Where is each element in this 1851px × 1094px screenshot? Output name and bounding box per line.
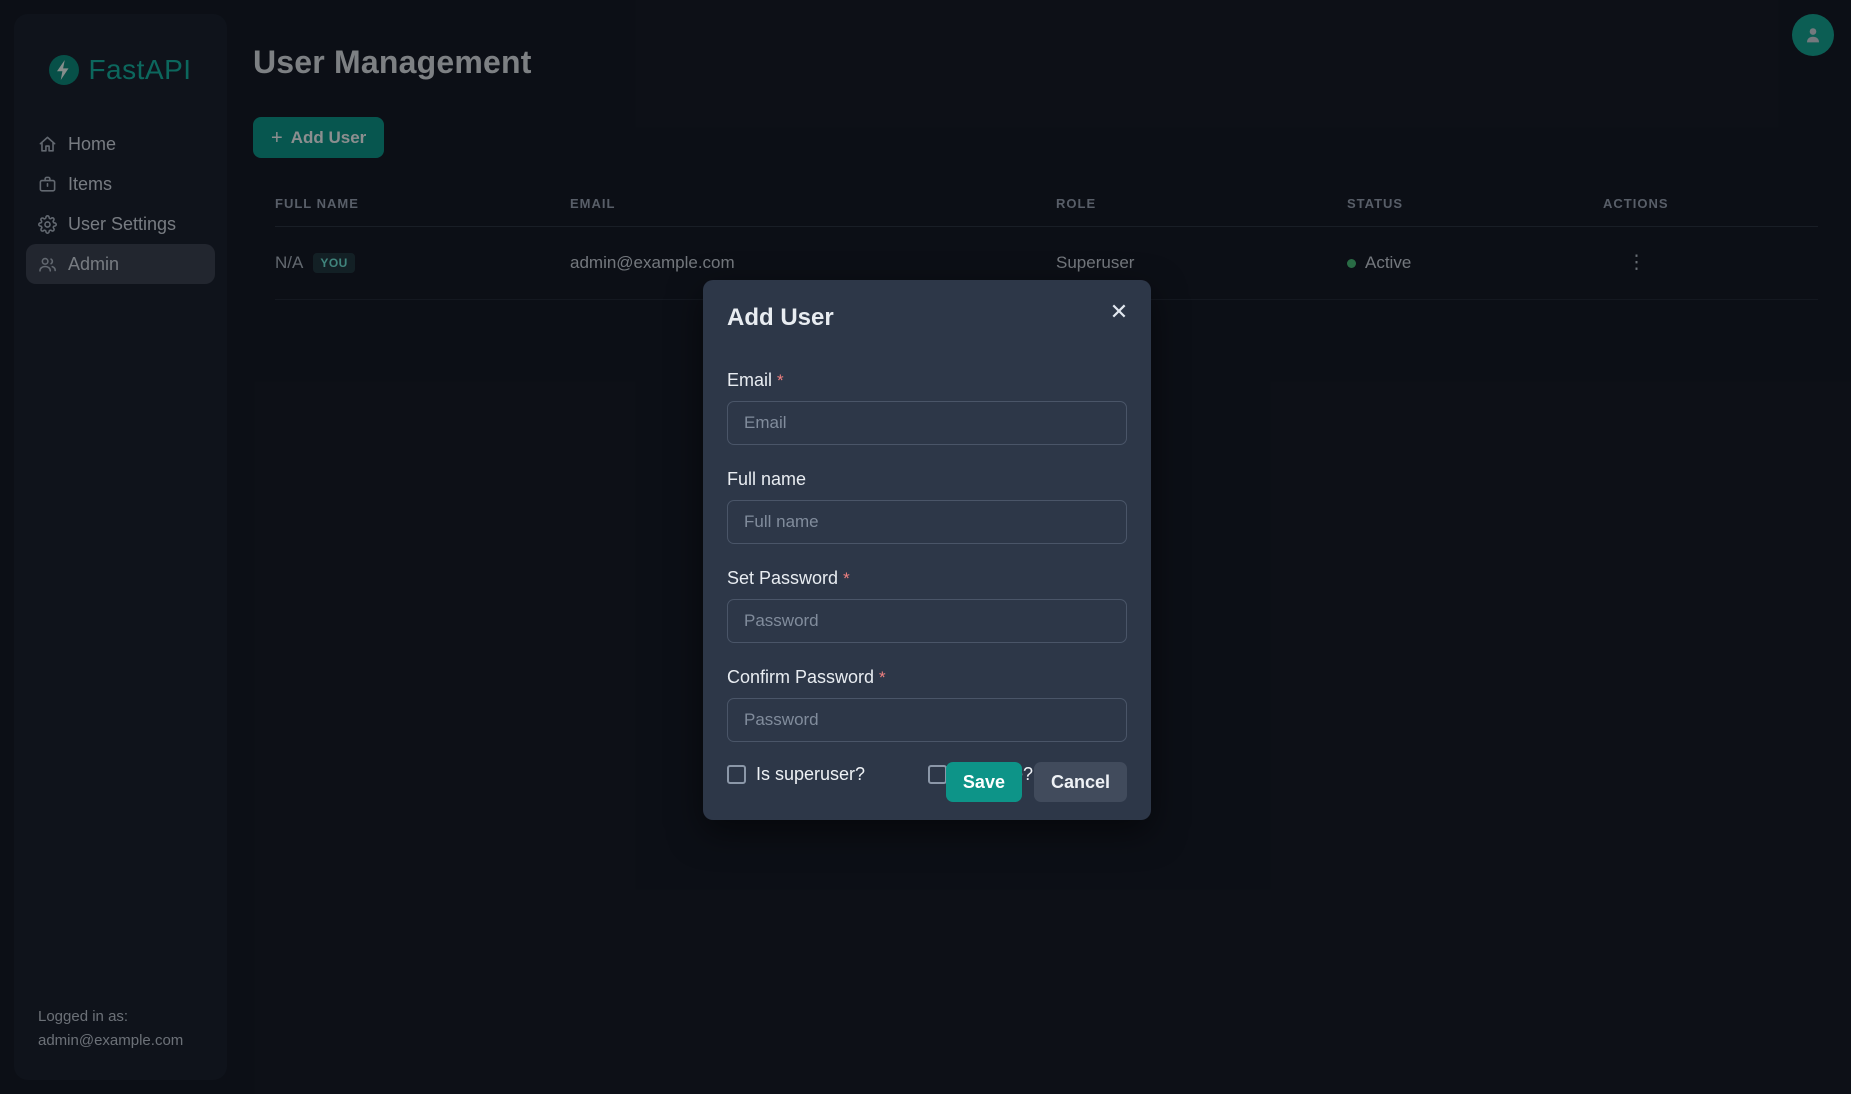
email-field-label: Email xyxy=(727,370,772,390)
modal-title: Add User xyxy=(727,304,1127,332)
email-field[interactable] xyxy=(727,401,1127,445)
full-name-field-group: Full name xyxy=(727,469,1127,544)
is-superuser-checkbox[interactable]: Is superuser? xyxy=(727,764,928,785)
full-name-field[interactable] xyxy=(727,500,1127,544)
add-user-modal: Add User ✕ Email * Full name Set Password… xyxy=(703,280,1151,820)
full-name-field-label: Full name xyxy=(727,469,806,489)
confirm-password-field[interactable] xyxy=(727,698,1127,742)
checkbox-icon xyxy=(928,765,947,784)
close-icon[interactable]: ✕ xyxy=(1103,296,1135,328)
cancel-button[interactable]: Cancel xyxy=(1034,762,1127,802)
email-field-group: Email * xyxy=(727,370,1127,445)
set-password-field-group: Set Password * xyxy=(727,568,1127,643)
modal-actions: Save Cancel xyxy=(946,762,1127,802)
confirm-password-field-label: Confirm Password xyxy=(727,667,874,687)
confirm-password-field-group: Confirm Password * xyxy=(727,667,1127,742)
required-asterisk: * xyxy=(843,569,850,588)
set-password-field[interactable] xyxy=(727,599,1127,643)
required-asterisk: * xyxy=(879,668,886,687)
required-asterisk: * xyxy=(777,371,784,390)
is-superuser-label: Is superuser? xyxy=(756,764,865,785)
checkbox-icon xyxy=(727,765,746,784)
set-password-field-label: Set Password xyxy=(727,568,838,588)
save-button[interactable]: Save xyxy=(946,762,1022,802)
